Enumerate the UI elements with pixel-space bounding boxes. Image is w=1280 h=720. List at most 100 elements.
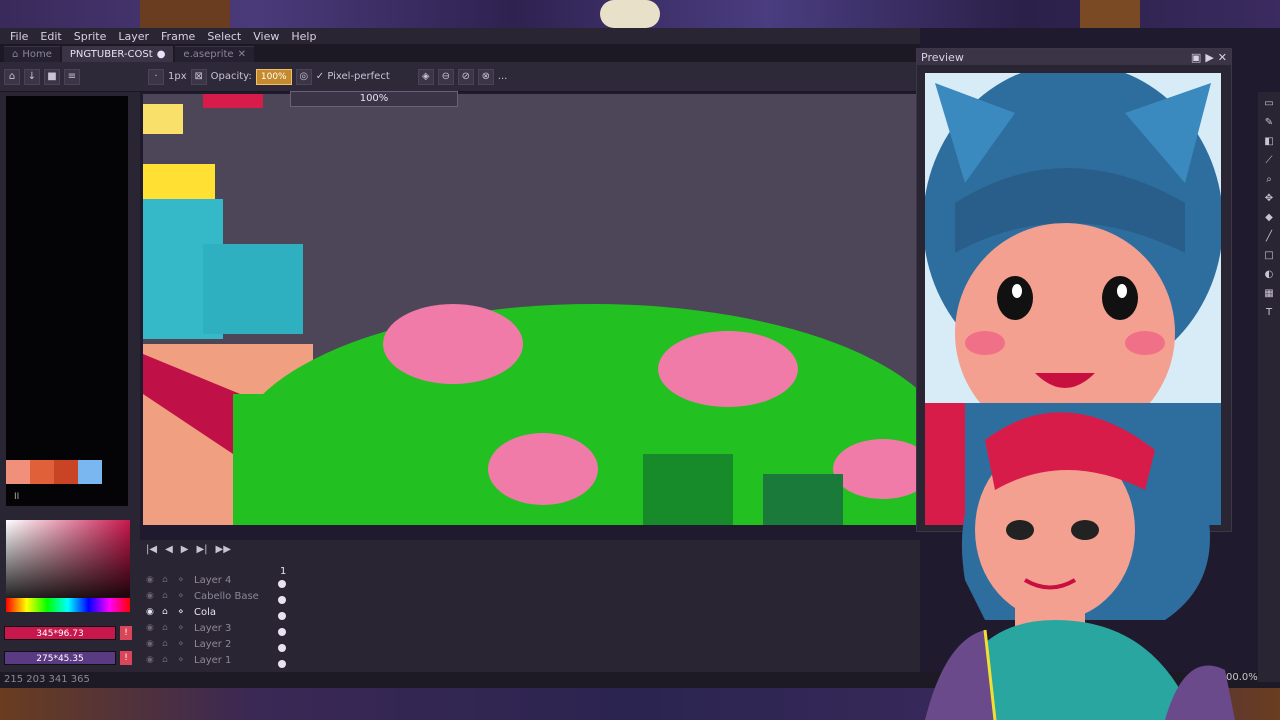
eye-icon[interactable]: ◉ <box>146 655 156 665</box>
fill-icon[interactable]: ◆ <box>1262 211 1276 225</box>
cel-dot[interactable] <box>278 628 286 636</box>
home-icon: ⌂ <box>12 49 19 60</box>
menu-frame[interactable]: Frame <box>155 30 201 43</box>
layer-row[interactable]: ◉ ⌂ ⋄ Layer 4 <box>146 572 296 588</box>
close-icon[interactable]: ✕ <box>238 49 246 60</box>
tab-home[interactable]: ⌂ Home <box>4 46 60 62</box>
link-icon[interactable]: ⋄ <box>178 591 188 601</box>
layer-row[interactable]: ◉ ⌂ ⋄ Layer 3 <box>146 620 296 636</box>
layer-row[interactable]: ◉ ⌂ ⋄ Cabello Base <box>146 588 296 604</box>
lock-icon[interactable]: ⌂ <box>162 623 172 633</box>
blur-icon[interactable]: ◐ <box>1262 268 1276 282</box>
layer-row[interactable]: ◉ ⌂ ⋄ Layer 1 <box>146 652 296 668</box>
marquee-icon[interactable]: ▭ <box>1262 97 1276 111</box>
brush-shape-icon[interactable]: · <box>148 68 164 85</box>
eyedropper-icon[interactable]: ⟋ <box>1262 154 1276 168</box>
link-icon[interactable]: ⋄ <box>178 575 188 585</box>
symmetry-icon[interactable]: ◈ <box>417 68 434 85</box>
cel-dot[interactable] <box>278 660 286 668</box>
prev-frame-icon[interactable]: ◀ <box>165 544 173 555</box>
link-icon[interactable]: ⋄ <box>178 639 188 649</box>
fg-warning-icon[interactable]: ! <box>120 626 132 640</box>
color-panel: II 345*96.73 ! 275*45.35 ! <box>0 92 140 686</box>
eye-icon[interactable]: ◉ <box>146 575 156 585</box>
eye-icon[interactable]: ◉ <box>146 607 156 617</box>
cel-dot[interactable] <box>278 580 286 588</box>
palette-area[interactable] <box>6 96 128 506</box>
pixel-perfect-label: Pixel-perfect <box>327 71 390 82</box>
zoom-icon[interactable]: ⌕ <box>1262 173 1276 187</box>
menu-select[interactable]: Select <box>201 30 247 43</box>
pencil-icon[interactable]: ✎ <box>1262 116 1276 130</box>
more-options[interactable]: ... <box>498 71 508 82</box>
symmetry-v-icon[interactable]: ⊘ <box>457 68 474 85</box>
arrow-down-icon[interactable]: ↓ <box>24 68 40 85</box>
swatch[interactable] <box>54 460 78 484</box>
opacity-input[interactable]: 100% <box>255 68 292 85</box>
next-frame-icon[interactable]: ▶| <box>196 544 207 555</box>
close-icon[interactable]: ✕ <box>1218 51 1227 64</box>
link-icon[interactable]: ⋄ <box>178 655 188 665</box>
swatch[interactable] <box>78 460 102 484</box>
cel-dot[interactable] <box>278 612 286 620</box>
first-frame-icon[interactable]: |◀ <box>146 544 157 555</box>
cursor-position: 215 203 341 365 <box>4 674 90 685</box>
pixel-perfect-checkbox[interactable]: ✓ Pixel-perfect <box>316 71 390 82</box>
tab-label: PNGTUBER-COSt <box>69 49 153 60</box>
menu-layer[interactable]: Layer <box>112 30 155 43</box>
hue-slider[interactable] <box>6 598 130 612</box>
lock-icon[interactable]: ⌂ <box>4 68 20 85</box>
menu-file[interactable]: File <box>4 30 34 43</box>
cel-dot[interactable] <box>278 644 286 652</box>
link-icon[interactable]: ⋄ <box>178 607 188 617</box>
streamer-avatar <box>925 412 1235 720</box>
menu-help[interactable]: Help <box>285 30 322 43</box>
cel-dot[interactable] <box>278 596 286 604</box>
link-icon[interactable]: ⋄ <box>178 623 188 633</box>
foreground-color-field[interactable]: 345*96.73 <box>4 626 116 640</box>
text-icon[interactable]: T <box>1262 306 1276 320</box>
rectangle-icon[interactable]: □ <box>1262 249 1276 263</box>
ink-icon[interactable]: ⊠ <box>190 68 207 85</box>
eraser-icon[interactable]: ◧ <box>1262 135 1276 149</box>
color-picker[interactable] <box>6 520 130 610</box>
lock-icon[interactable]: ⌂ <box>162 607 172 617</box>
swatch[interactable] <box>6 460 30 484</box>
layer-row-active[interactable]: ◉ ⌂ ⋄ Cola <box>146 604 296 620</box>
lock-icon[interactable]: ⌂ <box>162 591 172 601</box>
eye-icon[interactable]: ◉ <box>146 591 156 601</box>
eye-icon[interactable]: ◉ <box>146 639 156 649</box>
center-icon[interactable]: ▣ <box>1191 51 1201 64</box>
symmetry-h-icon[interactable]: ⊖ <box>437 68 454 85</box>
dynamics-icon[interactable]: ◎ <box>295 68 312 85</box>
menu-edit[interactable]: Edit <box>34 30 67 43</box>
menu-sprite[interactable]: Sprite <box>68 30 113 43</box>
symmetry-both-icon[interactable]: ⊗ <box>477 68 494 85</box>
preview-titlebar[interactable]: Preview ▣ ▶ ✕ <box>917 49 1231 65</box>
line-icon[interactable]: ╱ <box>1262 230 1276 244</box>
palette-indicator: II <box>14 492 20 502</box>
lock-icon[interactable]: ⌂ <box>162 575 172 585</box>
tab-pngtuber[interactable]: PNGTUBER-COSt ● <box>61 46 174 62</box>
lock-icon[interactable]: ⌂ <box>162 639 172 649</box>
square-icon[interactable]: ■ <box>44 68 60 85</box>
slice-icon[interactable]: ▦ <box>1262 287 1276 301</box>
background-color-field[interactable]: 275*45.35 <box>4 651 116 665</box>
swatch[interactable] <box>30 460 54 484</box>
move-icon[interactable]: ✥ <box>1262 192 1276 206</box>
bg-warning-icon[interactable]: ! <box>120 651 132 665</box>
opacity-dropdown[interactable]: 100% <box>290 91 458 107</box>
drawing-canvas[interactable] <box>143 94 918 525</box>
play-icon[interactable]: ▶ <box>1205 51 1213 64</box>
preview-title: Preview <box>921 50 964 64</box>
tab-aseprite[interactable]: e.aseprite ✕ <box>175 46 254 62</box>
layer-row[interactable]: ◉ ⌂ ⋄ Layer 2 <box>146 636 296 652</box>
play-icon[interactable]: ▶ <box>181 544 189 555</box>
last-frame-icon[interactable]: ▶▶ <box>216 544 231 555</box>
lock-icon[interactable]: ⌂ <box>162 655 172 665</box>
eye-icon[interactable]: ◉ <box>146 623 156 633</box>
menu-view[interactable]: View <box>247 30 285 43</box>
menu-icon[interactable]: ≡ <box>64 68 80 85</box>
desktop-background-top <box>0 0 1280 28</box>
brush-size[interactable]: 1px <box>168 71 187 82</box>
